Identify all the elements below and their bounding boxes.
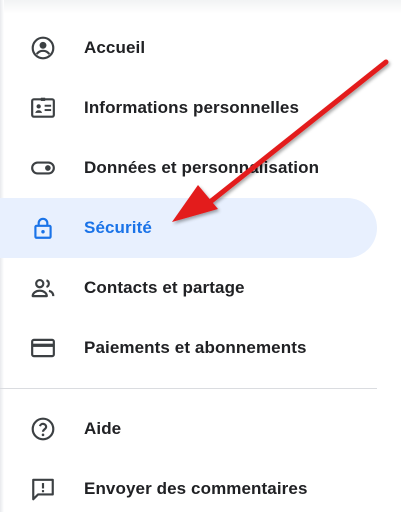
- sidebar-item-paiements-abonnements[interactable]: Paiements et abonnements: [0, 318, 377, 378]
- sidebar-item-accueil[interactable]: Accueil: [0, 18, 377, 78]
- credit-card-icon: [30, 335, 56, 361]
- sidebar-item-label: Paiements et abonnements: [84, 338, 307, 357]
- sidebar-item-label: Accueil: [84, 38, 146, 57]
- help-circle-icon: [30, 416, 56, 442]
- sidebar-item-label: Aide: [84, 419, 122, 438]
- nav-divider: [0, 388, 377, 389]
- sidebar-item-informations-personnelles[interactable]: Informations personnelles: [0, 78, 377, 138]
- top-shadow: [0, 0, 401, 14]
- account-navigation-panel: Accueil Informations personnelles Donnée…: [0, 0, 401, 512]
- account-circle-icon: [30, 35, 56, 61]
- toggle-icon: [30, 155, 56, 181]
- sidebar-item-donnees-personnalisation[interactable]: Données et personnalisation: [0, 138, 377, 198]
- sidebar-item-label: Informations personnelles: [84, 98, 300, 117]
- sidebar-item-label: Envoyer des commentaires: [84, 479, 308, 498]
- sidebar-item-label: Contacts et partage: [84, 278, 245, 297]
- sidebar-item-label: Sécurité: [84, 218, 152, 237]
- sidebar-item-securite[interactable]: Sécurité: [0, 198, 377, 258]
- sidebar-item-aide[interactable]: Aide: [0, 399, 377, 459]
- people-icon: [30, 275, 56, 301]
- sidebar-item-contacts-partage[interactable]: Contacts et partage: [0, 258, 377, 318]
- sidebar-item-label: Données et personnalisation: [84, 158, 320, 177]
- sidebar-nav: Accueil Informations personnelles Donnée…: [0, 18, 401, 512]
- sidebar-item-envoyer-commentaires[interactable]: Envoyer des commentaires: [0, 459, 377, 512]
- id-card-icon: [30, 95, 56, 121]
- lock-icon: [30, 215, 56, 241]
- feedback-icon: [30, 476, 56, 502]
